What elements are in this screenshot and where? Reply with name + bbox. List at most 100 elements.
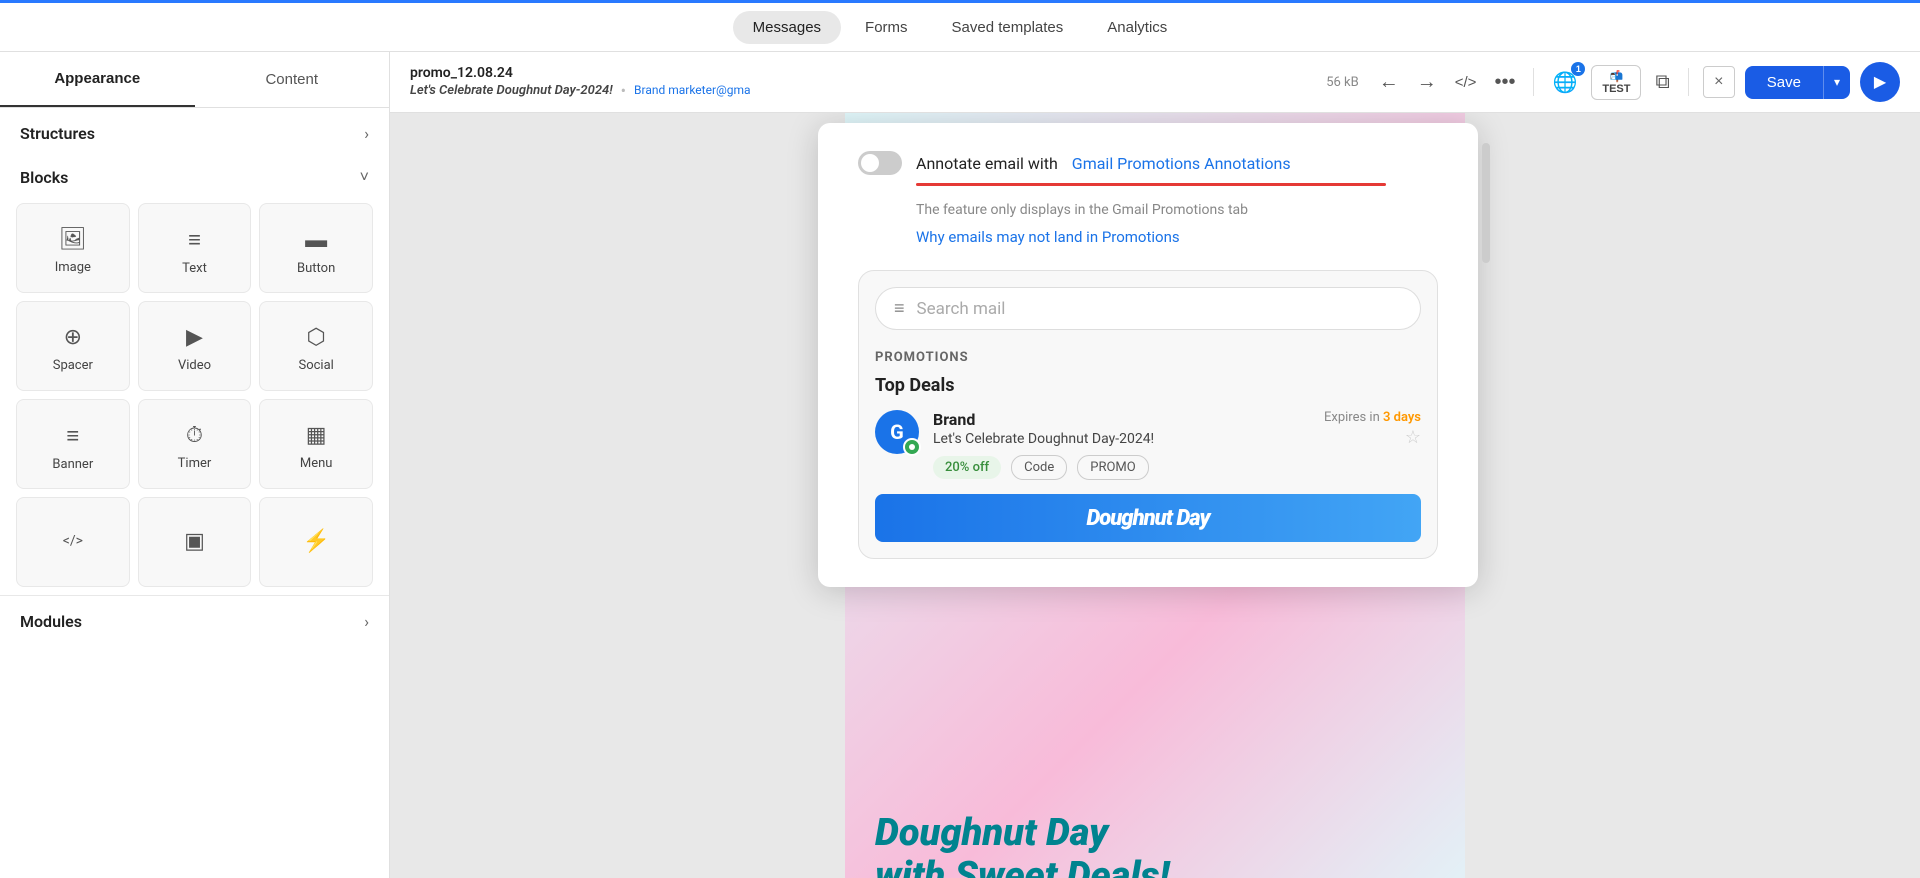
star-icon[interactable]: ☆ <box>1405 427 1421 448</box>
promo-email-top: Brand Expires in 3 days <box>933 410 1421 429</box>
play-icon: ▶ <box>1874 72 1886 92</box>
blocks-label: Blocks <box>20 168 68 187</box>
close-button[interactable]: × <box>1703 66 1735 98</box>
code-tag: Code <box>1011 455 1067 480</box>
block-video-label: Video <box>178 358 211 373</box>
code-view-button[interactable]: </> <box>1451 70 1481 95</box>
annotate-toggle-row: Annotate email with Gmail Promotions Ann… <box>858 151 1438 175</box>
block-spacer[interactable]: ⊕ Spacer <box>16 301 130 391</box>
toolbar-icons: ← → </> ••• 🌐 1 📬 TEST <box>1375 62 1900 102</box>
sidebar-tab-appearance[interactable]: Appearance <box>0 52 195 107</box>
top-navigation: Messages Forms Saved templates Analytics <box>0 0 1920 52</box>
redo-button[interactable]: → <box>1413 67 1441 98</box>
top-deals-label: Top Deals <box>875 375 1421 396</box>
social-icon: ⬡ <box>307 325 326 350</box>
tab-forms[interactable]: Forms <box>845 11 928 44</box>
structures-section-header: Structures › <box>0 108 389 151</box>
expires-text: Expires in 3 days <box>1324 410 1421 425</box>
left-sidebar: Appearance Content Structures › Blocks ˅… <box>0 52 390 878</box>
promo-email-content: Brand Expires in 3 days Let's Celebrate … <box>933 410 1421 480</box>
save-dropdown-button[interactable]: ▾ <box>1823 66 1850 99</box>
close-icon: × <box>1714 73 1723 91</box>
block-video[interactable]: ▶ Video <box>138 301 252 391</box>
promotions-label: PROMOTIONS <box>875 350 1421 365</box>
why-emails-link[interactable]: Why emails may not land in Promotions <box>916 228 1438 246</box>
center-area: promo_12.08.24 Let's Celebrate Doughnut … <box>390 52 1920 878</box>
gmail-annotation-panel: Annotate email with Gmail Promotions Ann… <box>390 113 1920 878</box>
save-button-group: Save ▾ <box>1745 66 1850 99</box>
menu-icon: ▦ <box>306 423 327 448</box>
annotate-toggle[interactable] <box>858 151 902 175</box>
save-button[interactable]: Save <box>1745 66 1823 99</box>
gmail-annotations-link[interactable]: Gmail Promotions Annotations <box>1072 154 1291 173</box>
copy-button[interactable]: ⧉ <box>1651 67 1673 98</box>
email-subject: Let's Celebrate Doughnut Day-2024! <box>410 83 613 98</box>
sidebar-tab-content[interactable]: Content <box>195 52 390 107</box>
block-image-label: Image <box>55 260 91 275</box>
scrollbar-thumb <box>1482 143 1490 263</box>
undo-icon: ← <box>1379 71 1399 94</box>
block-button[interactable]: ▬ Button <box>259 203 373 293</box>
file-size: 56 kB <box>1326 75 1359 90</box>
block-social[interactable]: ⬡ Social <box>259 301 373 391</box>
code-view-icon: </> <box>1455 74 1477 91</box>
feature-note: The feature only displays in the Gmail P… <box>916 202 1438 218</box>
block-img-text[interactable]: ▣ <box>138 497 252 587</box>
promo-email-subject: Let's Celebrate Doughnut Day-2024! <box>933 431 1154 447</box>
block-timer-label: Timer <box>178 456 212 471</box>
text-icon: ≡ <box>188 227 201 253</box>
block-timer[interactable]: ⏱ Timer <box>138 399 252 489</box>
cta-preview-strip: Doughnut Day <box>875 494 1421 542</box>
copy-icon: ⧉ <box>1655 71 1669 94</box>
gmail-search-bar[interactable]: ≡ Search mail <box>875 287 1421 330</box>
more-options-button[interactable]: ••• <box>1490 67 1519 98</box>
brand-name: Brand <box>933 410 975 429</box>
structures-label: Structures <box>20 124 95 143</box>
email-meta: promo_12.08.24 Let's Celebrate Doughnut … <box>410 65 1310 100</box>
test-button[interactable]: 📬 TEST <box>1591 65 1641 100</box>
tab-analytics[interactable]: Analytics <box>1087 11 1187 44</box>
timer-icon: ⏱ <box>186 423 203 448</box>
discount-tag: 20% off <box>933 456 1001 479</box>
block-spacer-label: Spacer <box>53 358 93 373</box>
gmail-mockup: ≡ Search mail PROMOTIONS Top Deals G <box>858 270 1438 559</box>
gmail-search-placeholder: Search mail <box>917 299 1006 319</box>
button-icon: ▬ <box>305 227 327 253</box>
modules-label: Modules <box>20 612 82 631</box>
text-amp-icon: ⚡ <box>302 529 329 554</box>
sidebar-tab-bar: Appearance Content <box>0 52 389 108</box>
notification-badge: 1 <box>1571 62 1585 76</box>
block-button-label: Button <box>297 261 335 276</box>
image-icon: 🖼 <box>59 227 87 252</box>
email-brand: Brand marketer@gma <box>634 83 751 97</box>
tab-messages[interactable]: Messages <box>733 11 841 44</box>
tab-saved-templates[interactable]: Saved templates <box>932 11 1084 44</box>
promo-code-tag: PROMO <box>1077 455 1148 480</box>
structures-chevron-icon[interactable]: › <box>364 124 369 143</box>
promo-tags: 20% off Code PROMO <box>933 455 1421 480</box>
email-header-bar: promo_12.08.24 Let's Celebrate Doughnut … <box>390 52 1920 113</box>
preview-button[interactable]: ▶ <box>1860 62 1900 102</box>
undo-button[interactable]: ← <box>1375 67 1403 98</box>
block-text-amp[interactable]: ⚡ <box>259 497 373 587</box>
hamburger-icon: ≡ <box>894 298 905 319</box>
content-wrapper: ess Doughnut Day with Swee <box>390 113 1920 878</box>
toolbar-divider-1 <box>1533 68 1534 96</box>
block-text[interactable]: ≡ Text <box>138 203 252 293</box>
block-banner[interactable]: ≡ Banner <box>16 399 130 489</box>
block-code[interactable]: </> <box>16 497 130 587</box>
block-banner-label: Banner <box>52 457 93 472</box>
brand-avatar-sub <box>903 438 921 456</box>
more-options-icon: ••• <box>1494 71 1515 94</box>
blocks-chevron-icon[interactable]: ˅ <box>360 167 369 187</box>
modules-chevron-icon[interactable]: › <box>364 612 369 631</box>
block-image[interactable]: 🖼 Image <box>16 203 130 293</box>
language-button[interactable]: 🌐 1 <box>1548 66 1581 99</box>
expires-days: 3 days <box>1383 410 1421 425</box>
gmail-panel-card: Annotate email with Gmail Promotions Ann… <box>818 123 1478 587</box>
main-layout: Appearance Content Structures › Blocks ˅… <box>0 52 1920 878</box>
brand-initial: G <box>890 420 904 444</box>
promo-email-item[interactable]: G Brand Expires in 3 days <box>875 410 1421 480</box>
block-menu[interactable]: ▦ Menu <box>259 399 373 489</box>
annotate-text-label: Annotate email with <box>916 154 1058 173</box>
